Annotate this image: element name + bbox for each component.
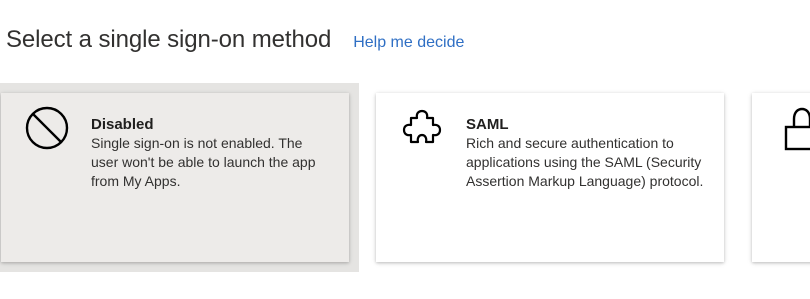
card-text: SAML Rich and secure authentication to a… bbox=[466, 115, 704, 191]
help-me-decide-link[interactable]: Help me decide bbox=[353, 34, 464, 52]
page-header: Select a single sign-on method Help me d… bbox=[6, 26, 464, 54]
card-description: Single sign-on is not enabled. The user … bbox=[91, 135, 316, 189]
sso-method-page: Select a single sign-on method Help me d… bbox=[0, 0, 810, 299]
sso-option-disabled[interactable]: Disabled Single sign-on is not enabled. … bbox=[1, 93, 349, 262]
prohibited-icon bbox=[25, 106, 69, 150]
lock-icon bbox=[784, 107, 810, 151]
page-title: Select a single sign-on method bbox=[6, 26, 332, 53]
card-text: Disabled Single sign-on is not enabled. … bbox=[91, 115, 329, 191]
puzzle-icon bbox=[402, 109, 442, 144]
card-title: SAML bbox=[466, 116, 509, 133]
card-description: Rich and secure authentication to applic… bbox=[466, 135, 704, 189]
sso-option-password[interactable] bbox=[752, 93, 810, 262]
sso-option-saml[interactable]: SAML Rich and secure authentication to a… bbox=[376, 93, 724, 262]
card-title: Disabled bbox=[91, 116, 154, 133]
